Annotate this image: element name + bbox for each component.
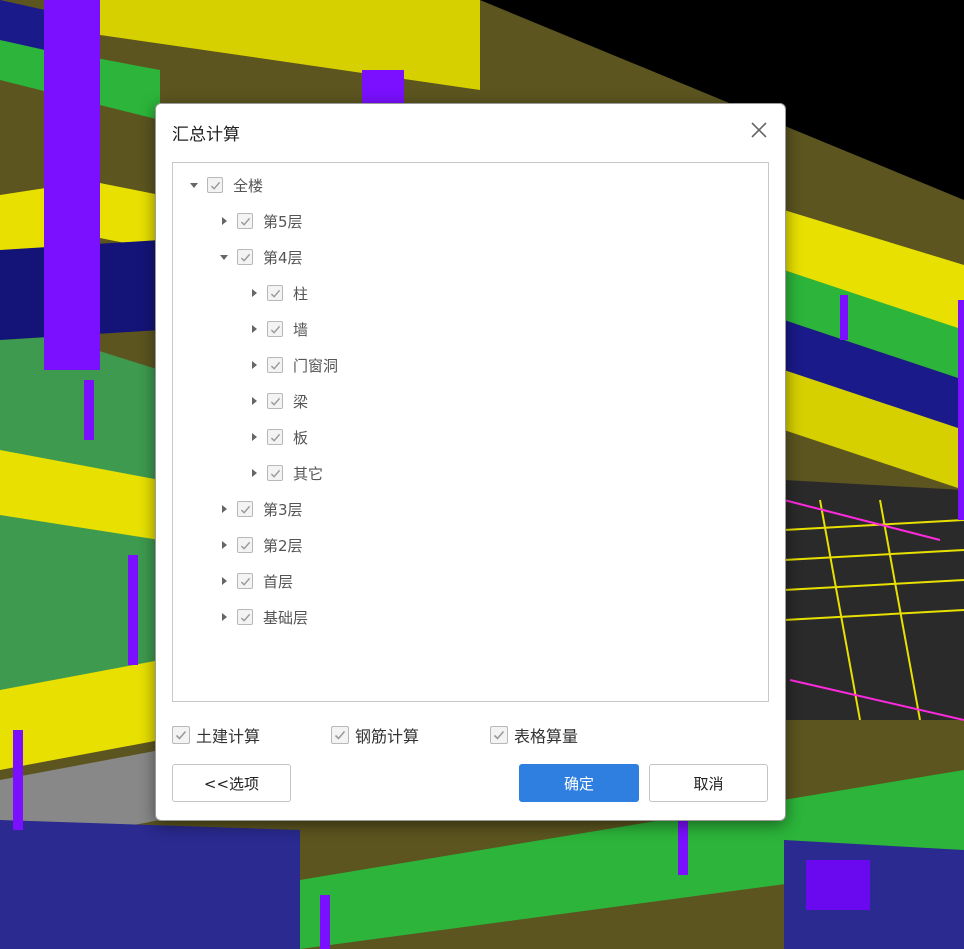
caret-right-icon[interactable] <box>248 323 260 335</box>
tree-item-label: 首层 <box>263 572 294 591</box>
summary-calculation-dialog: 汇总计算 全楼第5层第4层柱墙门窗洞梁板其它第3层第2层首层基础层 土建计算 钢… <box>155 103 786 821</box>
tree-item[interactable]: 全楼 <box>188 173 263 197</box>
checkbox-icon[interactable] <box>331 726 349 744</box>
caret-right-icon[interactable] <box>248 395 260 407</box>
tree-item[interactable]: 第4层 <box>218 245 303 269</box>
tree-item-label: 其它 <box>293 464 324 483</box>
option-civil-calc[interactable]: 土建计算 <box>172 723 260 747</box>
checkbox-icon[interactable] <box>237 249 253 265</box>
tree-item-label: 第4层 <box>263 248 303 267</box>
checkbox-icon[interactable] <box>267 357 283 373</box>
checkbox-icon[interactable] <box>172 726 190 744</box>
tree-item[interactable]: 首层 <box>218 569 293 593</box>
column-9 <box>320 895 330 949</box>
ok-button[interactable]: 确定 <box>519 764 639 802</box>
checkbox-icon[interactable] <box>237 609 253 625</box>
column-6 <box>128 555 138 665</box>
checkbox-icon[interactable] <box>207 177 223 193</box>
tree-item[interactable]: 墙 <box>248 317 308 341</box>
checkbox-icon[interactable] <box>267 285 283 301</box>
close-icon <box>751 122 767 138</box>
tree-item[interactable]: 第2层 <box>218 533 303 557</box>
tree-item[interactable]: 梁 <box>248 389 308 413</box>
checkbox-icon[interactable] <box>267 393 283 409</box>
column-1 <box>44 0 100 370</box>
caret-right-icon[interactable] <box>218 611 230 623</box>
tree-item[interactable]: 第5层 <box>218 209 303 233</box>
column-7 <box>84 380 94 440</box>
tree-item-label: 第5层 <box>263 212 303 231</box>
tree-item-label: 全楼 <box>233 176 264 195</box>
caret-right-icon[interactable] <box>248 431 260 443</box>
checkbox-icon[interactable] <box>237 501 253 517</box>
cancel-button[interactable]: 取消 <box>649 764 768 802</box>
option-table-quantity[interactable]: 表格算量 <box>490 723 578 747</box>
caret-right-icon[interactable] <box>248 359 260 371</box>
checkbox-icon[interactable] <box>490 726 508 744</box>
column-10 <box>678 820 688 875</box>
caret-right-icon[interactable] <box>218 575 230 587</box>
floor-tree: 全楼第5层第4层柱墙门窗洞梁板其它第3层第2层首层基础层 <box>172 162 769 702</box>
checkbox-icon[interactable] <box>267 465 283 481</box>
checkbox-icon[interactable] <box>267 429 283 445</box>
caret-down-icon[interactable] <box>188 179 200 191</box>
tree-item[interactable]: 门窗洞 <box>248 353 338 377</box>
caret-right-icon[interactable] <box>218 215 230 227</box>
option-rebar-calc[interactable]: 钢筋计算 <box>331 723 419 747</box>
tree-item-label: 板 <box>293 428 309 447</box>
tree-item-label: 第3层 <box>263 500 303 519</box>
checkbox-icon[interactable] <box>267 321 283 337</box>
tree-item[interactable]: 其它 <box>248 461 323 485</box>
caret-right-icon[interactable] <box>248 467 260 479</box>
tree-item-label: 墙 <box>293 320 309 339</box>
tree-item-label: 第2层 <box>263 536 303 555</box>
tree-item-label: 柱 <box>293 284 309 303</box>
checkbox-icon[interactable] <box>237 213 253 229</box>
dialog-title: 汇总计算 <box>172 125 240 145</box>
checkbox-icon[interactable] <box>237 573 253 589</box>
option-label: 土建计算 <box>196 727 261 746</box>
tree-item-label: 梁 <box>293 392 309 411</box>
tree-item-label: 基础层 <box>263 608 309 627</box>
tree-item[interactable]: 第3层 <box>218 497 303 521</box>
caret-right-icon[interactable] <box>248 287 260 299</box>
tree-item[interactable]: 基础层 <box>218 605 308 629</box>
caret-right-icon[interactable] <box>218 539 230 551</box>
close-button[interactable] <box>747 118 771 142</box>
option-label: 钢筋计算 <box>355 727 420 746</box>
option-label: 表格算量 <box>514 727 579 746</box>
column-5 <box>806 860 870 910</box>
column-8 <box>13 730 23 830</box>
column-4 <box>840 295 848 340</box>
checkbox-icon[interactable] <box>237 537 253 553</box>
caret-right-icon[interactable] <box>218 503 230 515</box>
column-3 <box>958 300 964 520</box>
tree-item[interactable]: 柱 <box>248 281 308 305</box>
tree-item[interactable]: 板 <box>248 425 308 449</box>
bottom-blue-floor <box>0 820 300 949</box>
caret-down-icon[interactable] <box>218 251 230 263</box>
tree-item-label: 门窗洞 <box>293 356 339 375</box>
options-button[interactable]: <<选项 <box>172 764 291 802</box>
